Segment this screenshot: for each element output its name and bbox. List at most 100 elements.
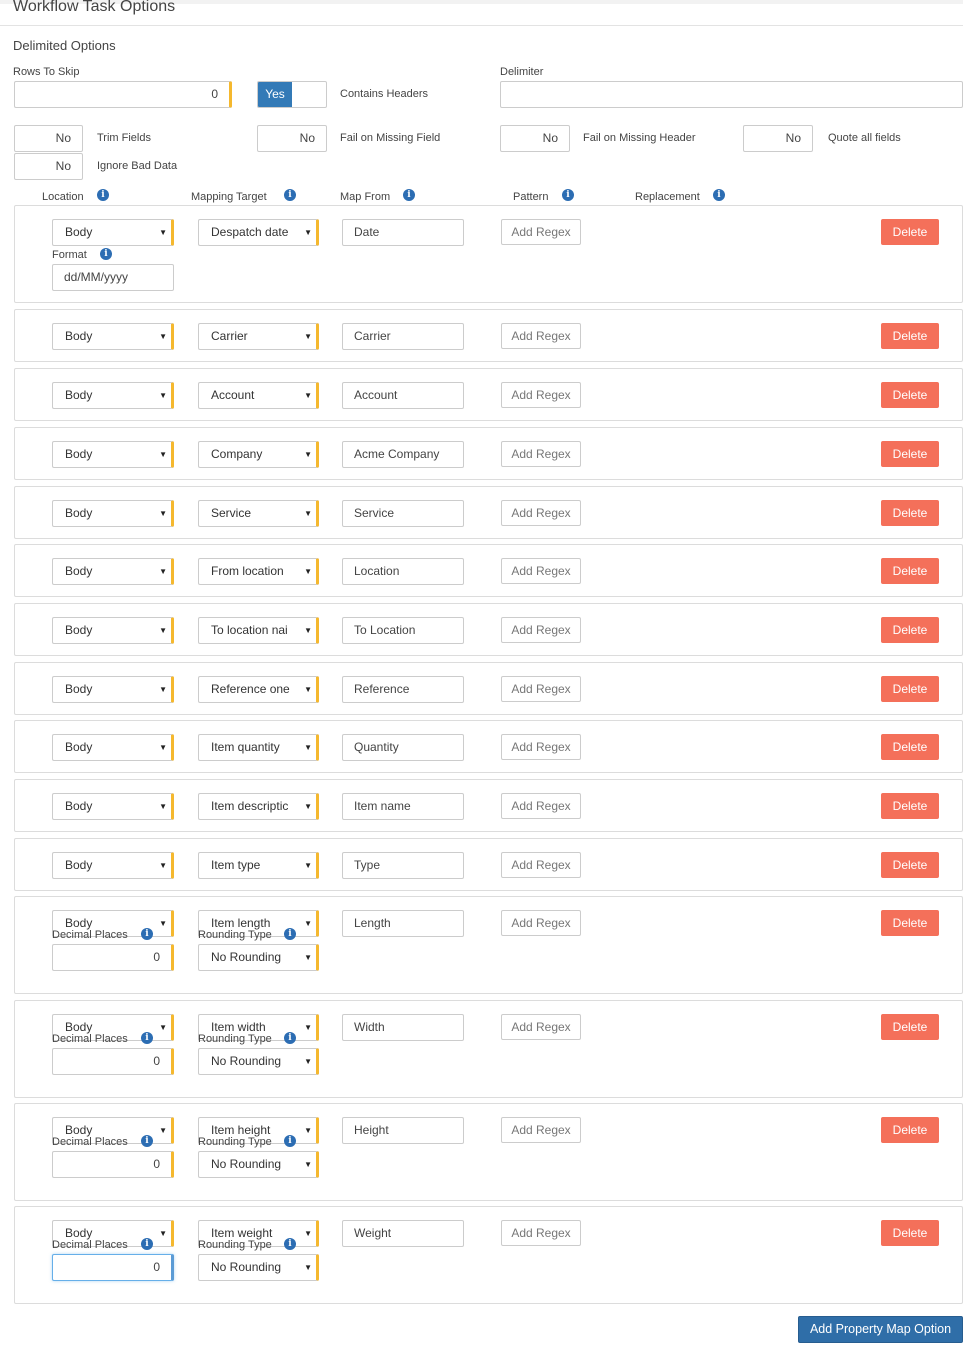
info-icon[interactable]: i (562, 189, 574, 201)
delete-button[interactable]: Delete (881, 1220, 939, 1246)
map-from-input[interactable]: Weight (342, 1220, 464, 1247)
add-regex-button[interactable]: Add Regex (501, 1014, 581, 1040)
map-from-input[interactable]: Reference (342, 676, 464, 703)
add-regex-button[interactable]: Add Regex (501, 793, 581, 819)
location-select[interactable]: Body ▼ (52, 793, 174, 820)
map-from-input[interactable]: Quantity (342, 734, 464, 761)
rounding-type-select[interactable]: No Rounding ▼ (198, 944, 319, 971)
delete-button[interactable]: Delete (881, 676, 939, 702)
info-icon[interactable]: i (284, 928, 296, 940)
mapping-target-select[interactable]: To location nai ▼ (198, 617, 319, 644)
add-regex-button[interactable]: Add Regex (501, 441, 581, 467)
add-regex-button[interactable]: Add Regex (501, 219, 581, 245)
add-regex-button[interactable]: Add Regex (501, 1117, 581, 1143)
add-regex-button[interactable]: Add Regex (501, 676, 581, 702)
mapping-target-select[interactable]: Company ▼ (198, 441, 319, 468)
location-select[interactable]: Body ▼ (52, 219, 174, 246)
delete-button[interactable]: Delete (881, 1014, 939, 1040)
delimiter-input[interactable] (500, 81, 963, 108)
delete-button[interactable]: Delete (881, 793, 939, 819)
mapping-target-select[interactable]: Service ▼ (198, 500, 319, 527)
map-from-input[interactable]: Date (342, 219, 464, 246)
delete-button[interactable]: Delete (881, 734, 939, 760)
add-regex-button[interactable]: Add Regex (501, 734, 581, 760)
delete-button[interactable]: Delete (881, 852, 939, 878)
decimal-places-input[interactable]: 0 (52, 944, 174, 971)
add-regex-button[interactable]: Add Regex (501, 852, 581, 878)
rows-to-skip-input[interactable]: 0 (14, 81, 232, 108)
ignore-bad-data-toggle[interactable]: No (14, 153, 83, 180)
delete-button[interactable]: Delete (881, 617, 939, 643)
mapping-target-select[interactable]: Account ▼ (198, 382, 319, 409)
rounding-type-select[interactable]: No Rounding ▼ (198, 1254, 319, 1281)
map-from-input[interactable]: Height (342, 1117, 464, 1144)
info-icon[interactable]: i (97, 189, 109, 201)
add-regex-button[interactable]: Add Regex (501, 382, 581, 408)
decimal-places-input[interactable]: 0 (52, 1151, 174, 1178)
mapping-target-select[interactable]: Item type ▼ (198, 852, 319, 879)
info-icon[interactable]: i (403, 189, 415, 201)
add-property-map-button[interactable]: Add Property Map Option (798, 1316, 963, 1343)
format-input[interactable]: dd/MM/yyyy (52, 264, 174, 291)
mapping-target-select[interactable]: From location ▼ (198, 558, 319, 585)
mapping-target-select[interactable]: Despatch date ▼ (198, 219, 319, 246)
info-icon[interactable]: i (713, 189, 725, 201)
delete-button[interactable]: Delete (881, 558, 939, 584)
delete-button[interactable]: Delete (881, 441, 939, 467)
info-icon[interactable]: i (141, 928, 153, 940)
map-from-input[interactable]: Width (342, 1014, 464, 1041)
mapping-target-select[interactable]: Reference one ▼ (198, 676, 319, 703)
delete-button[interactable]: Delete (881, 500, 939, 526)
map-from-input[interactable]: Account (342, 382, 464, 409)
info-icon[interactable]: i (284, 1032, 296, 1044)
info-icon[interactable]: i (284, 1238, 296, 1250)
mapping-target-select[interactable]: Item descriptic ▼ (198, 793, 319, 820)
decimal-places-input[interactable]: 0 (52, 1048, 174, 1075)
info-icon[interactable]: i (141, 1135, 153, 1147)
add-regex-button[interactable]: Add Regex (501, 323, 581, 349)
quote-all-toggle[interactable]: No (743, 125, 813, 152)
fail-missing-header-toggle[interactable]: No (500, 125, 570, 152)
map-from-input[interactable]: To Location (342, 617, 464, 644)
rounding-type-select[interactable]: No Rounding ▼ (198, 1048, 319, 1075)
info-icon[interactable]: i (284, 189, 296, 201)
decimal-places-input[interactable]: 0 (52, 1254, 174, 1281)
add-regex-button[interactable]: Add Regex (501, 910, 581, 936)
delete-button[interactable]: Delete (881, 323, 939, 349)
location-select[interactable]: Body ▼ (52, 734, 174, 761)
map-from-input[interactable]: Carrier (342, 323, 464, 350)
info-icon[interactable]: i (100, 248, 112, 260)
mapping-target-select[interactable]: Item quantity ▼ (198, 734, 319, 761)
info-icon[interactable]: i (284, 1135, 296, 1147)
add-regex-button[interactable]: Add Regex (501, 1220, 581, 1246)
location-select[interactable]: Body ▼ (52, 617, 174, 644)
trim-fields-toggle[interactable]: No (14, 125, 83, 152)
map-from-input[interactable]: Service (342, 500, 464, 527)
delete-button[interactable]: Delete (881, 910, 939, 936)
map-from-input[interactable]: Length (342, 910, 464, 937)
mapping-target-select[interactable]: Carrier ▼ (198, 323, 319, 350)
location-select[interactable]: Body ▼ (52, 558, 174, 585)
fail-missing-field-toggle[interactable]: No (257, 125, 327, 152)
rounding-type-select[interactable]: No Rounding ▼ (198, 1151, 319, 1178)
toggle-yes[interactable]: Yes (258, 82, 292, 107)
map-from-input[interactable]: Item name (342, 793, 464, 820)
location-select[interactable]: Body ▼ (52, 676, 174, 703)
delete-button[interactable]: Delete (881, 219, 939, 245)
contains-headers-toggle[interactable]: Yes (257, 81, 327, 108)
info-icon[interactable]: i (141, 1032, 153, 1044)
add-regex-button[interactable]: Add Regex (501, 500, 581, 526)
map-from-input[interactable]: Type (342, 852, 464, 879)
info-icon[interactable]: i (141, 1238, 153, 1250)
location-select[interactable]: Body ▼ (52, 323, 174, 350)
location-select[interactable]: Body ▼ (52, 852, 174, 879)
delete-button[interactable]: Delete (881, 382, 939, 408)
delete-button[interactable]: Delete (881, 1117, 939, 1143)
map-from-input[interactable]: Acme Company (342, 441, 464, 468)
location-select[interactable]: Body ▼ (52, 441, 174, 468)
add-regex-button[interactable]: Add Regex (501, 558, 581, 584)
location-select[interactable]: Body ▼ (52, 500, 174, 527)
map-from-input[interactable]: Location (342, 558, 464, 585)
add-regex-button[interactable]: Add Regex (501, 617, 581, 643)
location-select[interactable]: Body ▼ (52, 382, 174, 409)
